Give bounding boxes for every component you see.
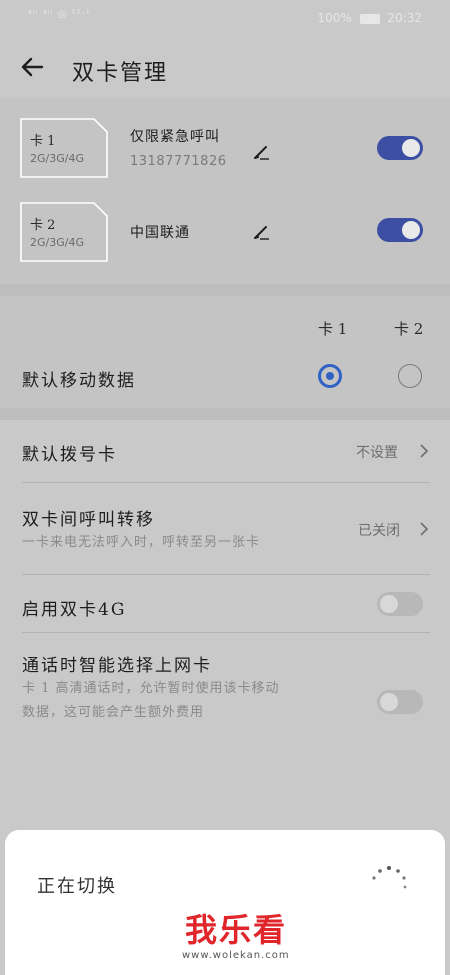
chevron-right-icon bbox=[420, 444, 429, 458]
sim-card-icon: 卡 2 2G/3G/4G bbox=[20, 202, 108, 262]
default-mobile-data-label: 默认移动数据 bbox=[22, 371, 136, 391]
arrow-left-icon bbox=[21, 57, 44, 77]
sim-network-label: 2G/3G/4G bbox=[30, 236, 84, 249]
sim-row-2: 卡 2 2G/3G/4G 中国联通 bbox=[0, 202, 450, 272]
default-dial-row[interactable]: 默认拨号卡 不设置 bbox=[0, 420, 450, 482]
watermark-url: www.wolekan.com bbox=[182, 950, 290, 961]
pencil-icon bbox=[254, 226, 269, 240]
watermark-logo: 我乐看 bbox=[185, 911, 288, 949]
sim-cards-section: 卡 1 2G/3G/4G 仅限紧急呼叫 13187771826 卡 2 2G/3… bbox=[0, 98, 450, 284]
setting-description-line1: 卡 1 高清通话时，允许暂时使用该卡移动 bbox=[22, 681, 280, 696]
clock: 20:32 bbox=[387, 11, 422, 25]
sim-card-icon: 卡 1 2G/3G/4G bbox=[20, 118, 108, 178]
setting-value: 不设置 bbox=[356, 445, 398, 461]
call-forward-row[interactable]: 双卡间呼叫转移 一卡来电无法呼入时，呼转至另一张卡 已关闭 bbox=[0, 483, 450, 574]
edit-sim-2-button[interactable] bbox=[252, 222, 272, 242]
toggle-knob bbox=[380, 595, 398, 613]
setting-label: 默认拨号卡 bbox=[22, 445, 117, 465]
sim-row-1: 卡 1 2G/3G/4G 仅限紧急呼叫 13187771826 bbox=[0, 118, 450, 188]
status-bar: ⁴ⁱᴵ ⁴ⁱᴵ ◎ ¹⁵·¹ 100% 20:32 bbox=[0, 0, 450, 36]
setting-label: 通话时智能选择上网卡 bbox=[22, 656, 212, 676]
watermark: 我乐看 www.wolekan.com bbox=[60, 895, 432, 975]
sim-2-toggle[interactable] bbox=[377, 218, 423, 242]
status-right: 100% 20:32 bbox=[317, 11, 422, 25]
chevron-right-icon bbox=[420, 522, 429, 536]
column-header-sim1: 卡 1 bbox=[318, 320, 348, 338]
sim-slot-label: 卡 2 bbox=[30, 218, 56, 233]
dual-4g-toggle[interactable] bbox=[377, 592, 423, 616]
toggle-knob bbox=[402, 221, 420, 239]
sim-number: 13187771826 bbox=[130, 154, 227, 169]
pencil-icon bbox=[254, 146, 269, 160]
app-header: 双卡管理 bbox=[0, 36, 450, 98]
sim-1-toggle[interactable] bbox=[377, 136, 423, 160]
back-button[interactable] bbox=[18, 52, 48, 82]
mobile-data-section: 卡 1 卡 2 默认移动数据 bbox=[0, 296, 450, 408]
sim-name: 中国联通 bbox=[130, 225, 190, 241]
column-header-sim2: 卡 2 bbox=[394, 320, 424, 338]
signal-indicators: ⁴ⁱᴵ ⁴ⁱᴵ ◎ ¹⁵·¹ bbox=[28, 9, 91, 20]
dual-4g-row: 启用双卡4G bbox=[0, 575, 450, 632]
setting-value: 已关闭 bbox=[358, 523, 400, 539]
radio-sim2-data[interactable] bbox=[398, 364, 422, 388]
setting-description-line2: 数据，这可能会产生额外费用 bbox=[22, 705, 205, 720]
smart-select-row: 通话时智能选择上网卡 卡 1 高清通话时，允许暂时使用该卡移动 数据，这可能会产… bbox=[0, 633, 450, 743]
section-divider bbox=[0, 284, 450, 296]
toggle-knob bbox=[402, 139, 420, 157]
sim-name: 仅限紧急呼叫 bbox=[130, 129, 220, 145]
page-title: 双卡管理 bbox=[72, 61, 169, 86]
smart-select-toggle[interactable] bbox=[377, 690, 423, 714]
battery-icon bbox=[359, 13, 380, 24]
sim-slot-label: 卡 1 bbox=[30, 134, 56, 149]
setting-label: 启用双卡4G bbox=[22, 600, 127, 620]
radio-sim1-data[interactable] bbox=[318, 364, 342, 388]
battery-percent: 100% bbox=[317, 11, 352, 25]
sim-network-label: 2G/3G/4G bbox=[30, 152, 84, 165]
edit-sim-1-button[interactable] bbox=[252, 142, 272, 162]
setting-description: 一卡来电无法呼入时，呼转至另一张卡 bbox=[22, 535, 261, 550]
section-divider bbox=[0, 408, 450, 420]
toggle-knob bbox=[380, 693, 398, 711]
setting-label: 双卡间呼叫转移 bbox=[22, 510, 155, 530]
